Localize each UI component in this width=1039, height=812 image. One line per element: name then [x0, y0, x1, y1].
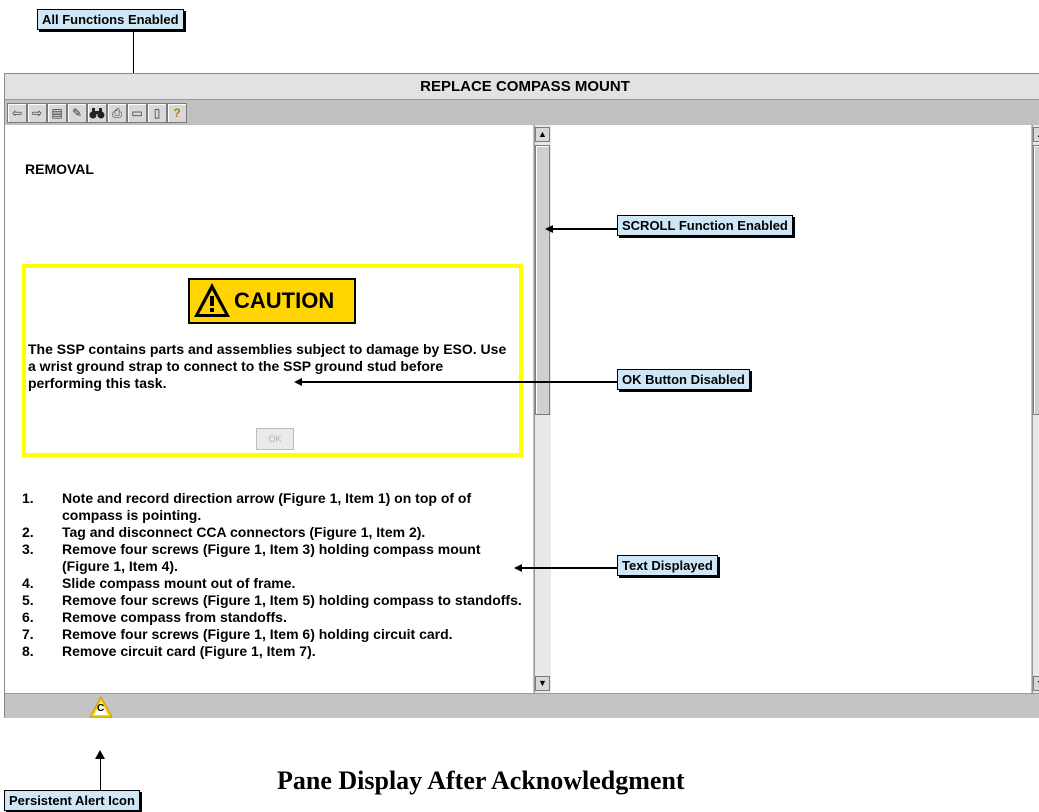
- step-number: 1.: [22, 490, 34, 506]
- warning-triangle-icon: [194, 283, 230, 317]
- callout-arrow: [514, 564, 522, 572]
- list-item: 7. Remove four screws (Figure 1, Item 6) …: [22, 626, 522, 643]
- step-number: 4.: [22, 575, 34, 591]
- scroll-up-button[interactable]: ▲: [1033, 127, 1039, 142]
- callout-text-displayed: Text Displayed: [617, 555, 718, 576]
- find-binoculars-icon[interactable]: [87, 103, 107, 123]
- forward-arrow-icon[interactable]: ⇨: [27, 103, 47, 123]
- toolbar: ⇦ ⇨ ▤ ✎ ⎙ ▭ ▯ ?: [5, 100, 1039, 124]
- step-number: 7.: [22, 626, 34, 642]
- step-number: 2.: [22, 524, 34, 540]
- alert-icon-letter: C: [97, 703, 105, 714]
- caution-label: CAUTION: [234, 288, 335, 313]
- step-text: Remove compass from standoffs.: [62, 609, 287, 625]
- persistent-alert-icon[interactable]: C: [89, 696, 113, 718]
- scroll-thumb[interactable]: [1033, 145, 1039, 415]
- section-heading: REMOVAL: [25, 161, 94, 177]
- callout-arrow: [294, 378, 302, 386]
- scroll-down-button[interactable]: ▼: [535, 676, 550, 691]
- left-text-pane: REMOVAL CAUTION The SSP contains parts a…: [5, 125, 533, 693]
- step-text: Remove four screws (Figure 1, Item 3) ho…: [62, 541, 481, 574]
- step-text: Remove four screws (Figure 1, Item 5) ho…: [62, 592, 522, 608]
- edit-icon[interactable]: ✎: [67, 103, 87, 123]
- step-number: 5.: [22, 592, 34, 608]
- step-text: Remove circuit card (Figure 1, Item 7).: [62, 643, 316, 659]
- right-graphic-pane: [551, 125, 1031, 693]
- back-arrow-icon[interactable]: ⇦: [7, 103, 27, 123]
- step-text: Slide compass mount out of frame.: [62, 575, 296, 591]
- list-item: 8. Remove circuit card (Figure 1, Item 7)…: [22, 643, 522, 660]
- steps-list: 1. Note and record direction arrow (Figur…: [22, 490, 522, 660]
- print-icon[interactable]: ⎙: [107, 103, 127, 123]
- app-window: REPLACE COMPASS MOUNT ⇦ ⇨ ▤ ✎ ⎙ ▭ ▯ ? RE…: [4, 73, 1039, 718]
- scroll-down-button[interactable]: ▼: [1033, 676, 1039, 691]
- bookmark-icon[interactable]: ▯: [147, 103, 167, 123]
- save-icon[interactable]: ▤: [47, 103, 67, 123]
- callout-leader-line: [100, 757, 101, 790]
- callout-leader-line: [553, 228, 618, 230]
- step-number: 8.: [22, 643, 34, 659]
- list-item: 4. Slide compass mount out of frame.: [22, 575, 522, 592]
- callout-scroll-function-enabled: SCROLL Function Enabled: [617, 215, 793, 236]
- step-text: Remove four screws (Figure 1, Item 6) ho…: [62, 626, 453, 642]
- callout-all-functions-enabled: All Functions Enabled: [37, 9, 184, 30]
- list-item: 5. Remove four screws (Figure 1, Item 5) …: [22, 592, 522, 609]
- caution-dialog: CAUTION The SSP contains parts and assem…: [22, 264, 523, 457]
- help-icon[interactable]: ?: [167, 103, 187, 123]
- step-text: Note and record direction arrow (Figure …: [62, 490, 472, 523]
- scroll-thumb[interactable]: [535, 145, 550, 415]
- list-item: 1. Note and record direction arrow (Figur…: [22, 490, 522, 524]
- ok-button[interactable]: OK: [256, 428, 294, 450]
- step-number: 6.: [22, 609, 34, 625]
- callout-arrow: [545, 225, 553, 233]
- window-title: REPLACE COMPASS MOUNT: [5, 74, 1039, 100]
- status-bar: C: [5, 693, 1039, 718]
- scroll-up-button[interactable]: ▲: [535, 127, 550, 142]
- callout-persistent-alert-icon: Persistent Alert Icon: [4, 790, 140, 811]
- list-item: 2. Tag and disconnect CCA connectors (Fig…: [22, 524, 522, 541]
- callout-ok-button-disabled: OK Button Disabled: [617, 369, 750, 390]
- step-text: Tag and disconnect CCA connectors (Figur…: [62, 524, 426, 540]
- list-item: 6. Remove compass from standoffs.: [22, 609, 522, 626]
- right-pane-scrollbar[interactable]: ▲ ▼: [1032, 125, 1039, 693]
- caution-sign: CAUTION: [188, 278, 356, 324]
- list-item: 3. Remove four screws (Figure 1, Item 3) …: [22, 541, 522, 575]
- left-pane-scrollbar[interactable]: ▲ ▼: [534, 125, 551, 693]
- step-number: 3.: [22, 541, 34, 557]
- caution-text: The SSP contains parts and assemblies su…: [28, 341, 507, 391]
- callout-leader-line: [522, 567, 618, 569]
- figure-caption: Pane Display After Acknowledgment: [277, 766, 685, 795]
- callout-leader-line: [302, 381, 618, 383]
- note-icon[interactable]: ▭: [127, 103, 147, 123]
